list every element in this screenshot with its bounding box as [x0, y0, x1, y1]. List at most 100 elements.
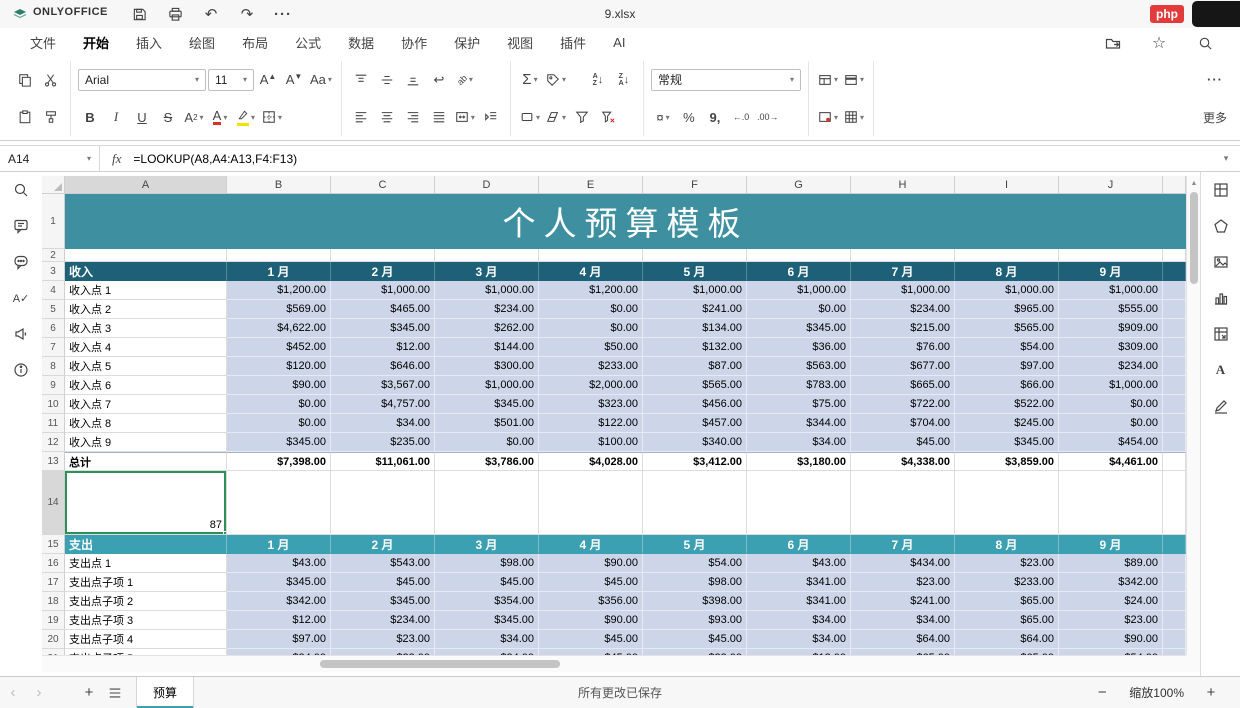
income-value-cell[interactable]: $300.00	[435, 357, 539, 376]
strikethrough-button[interactable]: S	[156, 105, 180, 129]
income-value-cell[interactable]: $34.00	[747, 433, 851, 452]
expense-value-cell[interactable]: $23.00	[851, 573, 955, 592]
merge-cells-button[interactable]: ▾	[453, 105, 477, 129]
income-value-cell[interactable]: $233.00	[539, 357, 643, 376]
row-label[interactable]: 收入点 9	[65, 433, 227, 452]
income-value-cell[interactable]: $344.00	[747, 414, 851, 433]
income-value-cell[interactable]: $54.00	[955, 338, 1059, 357]
income-value-cell[interactable]: $454.00	[1059, 433, 1163, 452]
expense-header-cell[interactable]: 4 月	[539, 535, 643, 554]
total-cell[interactable]: $3,859.00	[955, 452, 1059, 471]
income-value-cell[interactable]: $555.00	[1059, 300, 1163, 319]
income-value-cell[interactable]: $522.00	[955, 395, 1059, 414]
expense-header-cell[interactable]: 1 月	[227, 535, 331, 554]
total-cell[interactable]: 总计	[65, 452, 227, 471]
name-box[interactable]: A14 ▾	[0, 146, 100, 171]
highlight-color-button[interactable]: ▾	[234, 105, 258, 129]
row-header-15[interactable]: 15	[42, 535, 65, 554]
column-header-B[interactable]: B	[227, 176, 331, 194]
expense-value-cell[interactable]: $45.00	[331, 573, 435, 592]
sheet-title[interactable]: 个人预算模板	[65, 194, 1186, 249]
selected-cell[interactable]: 87	[65, 471, 227, 535]
income-header-cell[interactable]: 5 月	[643, 262, 747, 281]
chart-settings-button[interactable]	[1207, 286, 1235, 310]
row-header-7[interactable]: 7	[42, 338, 65, 357]
expense-value-cell[interactable]: $45.00	[539, 573, 643, 592]
cell[interactable]	[1163, 249, 1186, 262]
cell[interactable]	[331, 249, 435, 262]
fx-label[interactable]: fx	[100, 151, 133, 167]
cell[interactable]	[851, 471, 955, 535]
expense-value-cell[interactable]: $54.00	[643, 554, 747, 573]
row-header-16[interactable]: 16	[42, 554, 65, 573]
income-value-cell[interactable]: $0.00	[435, 433, 539, 452]
total-cell[interactable]: $4,028.00	[539, 452, 643, 471]
expense-value-cell[interactable]: $65.00	[955, 592, 1059, 611]
formula-expand-button[interactable]: ▾	[1212, 153, 1240, 164]
total-cell[interactable]: $3,412.00	[643, 452, 747, 471]
income-value-cell[interactable]: $12.00	[331, 338, 435, 357]
open-location-button[interactable]	[1100, 31, 1126, 55]
income-value-cell[interactable]: $1,000.00	[851, 281, 955, 300]
income-value-cell[interactable]: $87.00	[643, 357, 747, 376]
expense-value-cell[interactable]: $90.00	[1059, 630, 1163, 649]
income-value-cell[interactable]: $4,757.00	[331, 395, 435, 414]
number-format-select[interactable]: 常规▾	[651, 69, 801, 91]
cell[interactable]	[1163, 376, 1186, 395]
search-button[interactable]	[1192, 31, 1218, 55]
decrease-decimal-button[interactable]: .00→	[755, 105, 781, 129]
total-cell[interactable]: $11,061.00	[331, 452, 435, 471]
expense-value-cell[interactable]: $98.00	[643, 573, 747, 592]
find-button[interactable]	[7, 178, 35, 202]
align-top-button[interactable]	[349, 68, 373, 92]
income-value-cell[interactable]: $100.00	[539, 433, 643, 452]
expense-value-cell[interactable]: $342.00	[227, 592, 331, 611]
income-value-cell[interactable]: $1,000.00	[747, 281, 851, 300]
income-header-cell[interactable]: 6 月	[747, 262, 851, 281]
row-label[interactable]: 收入点 4	[65, 338, 227, 357]
horizontal-scrollbar[interactable]	[42, 655, 1186, 672]
expense-header-cell[interactable]: 5 月	[643, 535, 747, 554]
cell[interactable]	[955, 249, 1059, 262]
expense-value-cell[interactable]: $34.00	[747, 630, 851, 649]
income-value-cell[interactable]: $345.00	[435, 395, 539, 414]
feedback-button[interactable]	[7, 322, 35, 346]
income-value-cell[interactable]: $0.00	[539, 319, 643, 338]
income-value-cell[interactable]: $0.00	[227, 414, 331, 433]
expense-value-cell[interactable]: $345.00	[227, 573, 331, 592]
income-value-cell[interactable]: $340.00	[643, 433, 747, 452]
income-value-cell[interactable]: $345.00	[747, 319, 851, 338]
total-cell[interactable]: $3,786.00	[435, 452, 539, 471]
row-header-2[interactable]: 2	[42, 249, 65, 262]
row-label[interactable]: 支出点子项 4	[65, 630, 227, 649]
income-value-cell[interactable]: $132.00	[643, 338, 747, 357]
sort-desc-button[interactable]: ZA↓	[612, 68, 636, 92]
income-value-cell[interactable]: $565.00	[955, 319, 1059, 338]
income-value-cell[interactable]: $323.00	[539, 395, 643, 414]
zoom-in-button[interactable]: +	[1198, 680, 1224, 706]
row-header-10[interactable]: 10	[42, 395, 65, 414]
income-value-cell[interactable]: $66.00	[955, 376, 1059, 395]
format-painter-button[interactable]	[39, 105, 63, 129]
income-value-cell[interactable]: $36.00	[747, 338, 851, 357]
income-value-cell[interactable]: $97.00	[955, 357, 1059, 376]
expense-value-cell[interactable]: $45.00	[643, 630, 747, 649]
column-header-A[interactable]: A	[65, 176, 227, 194]
expense-value-cell[interactable]: $345.00	[435, 611, 539, 630]
income-value-cell[interactable]: $722.00	[851, 395, 955, 414]
cell[interactable]	[643, 471, 747, 535]
income-value-cell[interactable]: $1,000.00	[435, 376, 539, 395]
menu-tab-8[interactable]: 协作	[401, 33, 427, 52]
income-value-cell[interactable]: $2,000.00	[539, 376, 643, 395]
textart-settings-button[interactable]: A	[1207, 358, 1235, 382]
format-as-template-button[interactable]: ▾	[842, 68, 866, 92]
income-header-cell[interactable]: 4 月	[539, 262, 643, 281]
total-cell[interactable]: $7,398.00	[227, 452, 331, 471]
income-value-cell[interactable]: $563.00	[747, 357, 851, 376]
more-label[interactable]: 更多	[1203, 109, 1227, 126]
image-settings-button[interactable]	[1207, 250, 1235, 274]
expense-value-cell[interactable]: $64.00	[851, 630, 955, 649]
income-value-cell[interactable]: $134.00	[643, 319, 747, 338]
filter-button[interactable]	[570, 105, 594, 129]
cell[interactable]	[435, 249, 539, 262]
